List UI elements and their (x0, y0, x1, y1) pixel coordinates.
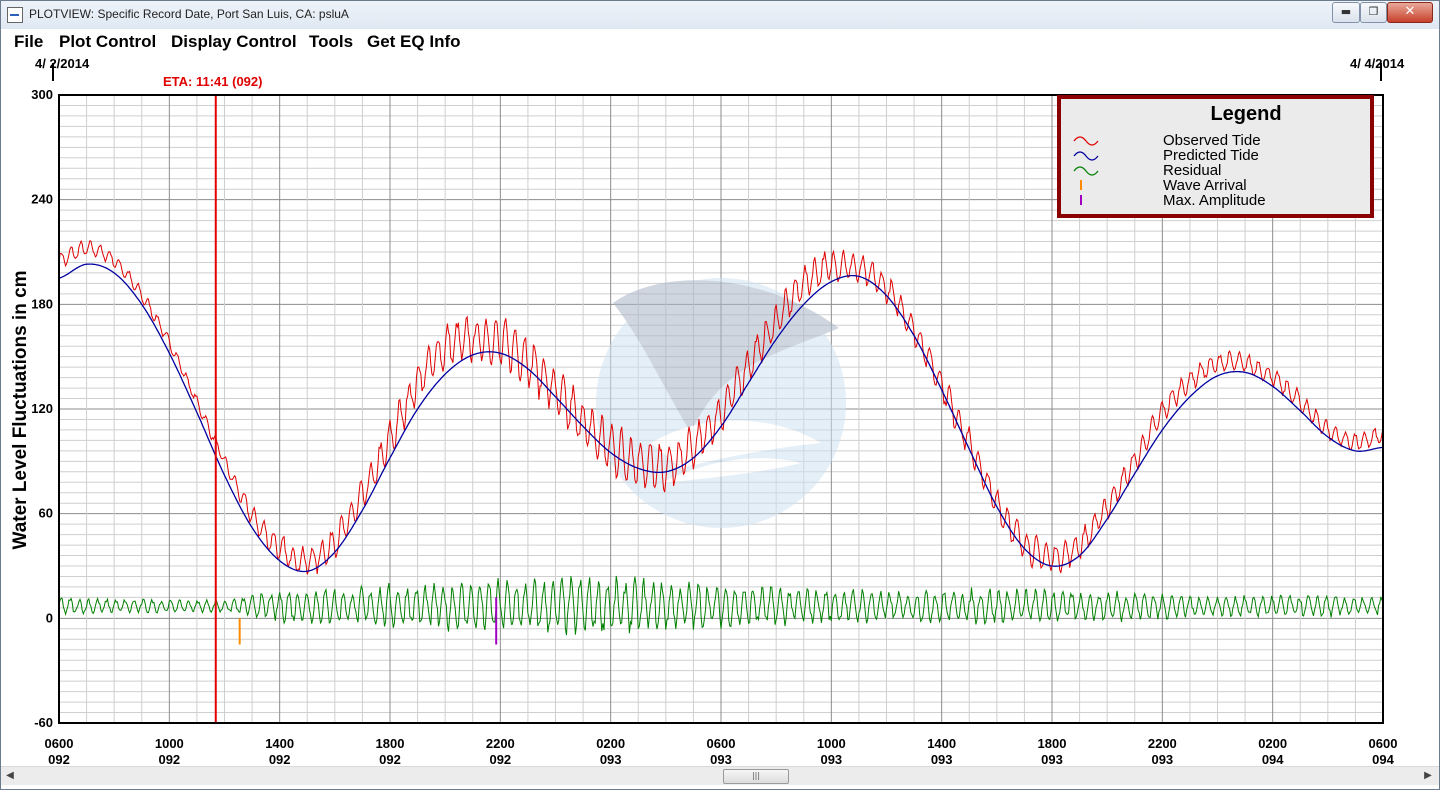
x-tick-label-day: 092 (489, 752, 511, 766)
menu-bar: File Plot Control Display Control Tools … (1, 29, 1439, 53)
x-tick-label-day: 093 (600, 752, 622, 766)
menu-plot-control[interactable]: Plot Control (59, 32, 156, 52)
tide-chart[interactable]: 4/ 2/2014 4/ 4/2014 ETA: 11:41 (092) -60… (1, 53, 1439, 767)
plot-area[interactable]: 4/ 2/2014 4/ 4/2014 ETA: 11:41 (092) -60… (1, 53, 1439, 767)
y-tick-label: 0 (46, 610, 53, 625)
x-tick-label-day: 093 (931, 752, 953, 766)
window-title: PLOTVIEW: Specific Record Date, Port San… (29, 7, 349, 21)
x-tick-label-time: 0600 (707, 736, 736, 751)
x-tick-label-day: 092 (48, 752, 70, 766)
x-tick-label-time: 1800 (376, 736, 405, 751)
minimize-button[interactable]: ▬ (1332, 2, 1360, 23)
y-axis-label: Water Level Fluctuations in cm (10, 270, 31, 549)
scroll-right-arrow-icon[interactable]: ▶ (1421, 769, 1435, 783)
x-tick-label-day: 093 (1151, 752, 1173, 766)
scroll-thumb[interactable]: ||| (723, 769, 789, 784)
noaa-watermark-icon (596, 278, 846, 528)
app-icon[interactable] (7, 7, 23, 23)
menu-display-control[interactable]: Display Control (171, 32, 297, 52)
x-tick-label-time: 0600 (45, 736, 74, 751)
x-tick-label-day: 094 (1262, 752, 1284, 766)
title-bar[interactable]: PLOTVIEW: Specific Record Date, Port San… (1, 1, 1439, 29)
date-end-label: 4/ 4/2014 (1350, 56, 1405, 71)
menu-file[interactable]: File (14, 32, 43, 52)
x-tick-label-time: 1400 (927, 736, 956, 751)
x-tick-label-time: 0200 (1258, 736, 1287, 751)
x-tick-label-day: 092 (379, 752, 401, 766)
legend-max-amplitude-label: Max. Amplitude (1163, 192, 1266, 209)
x-tick-label-day: 093 (1041, 752, 1063, 766)
x-tick-label-day: 093 (710, 752, 732, 766)
scroll-left-arrow-icon[interactable]: ◀ (3, 769, 17, 783)
x-tick-label-time: 2200 (486, 736, 515, 751)
menu-get-eq-info[interactable]: Get EQ Info (367, 32, 461, 52)
y-tick-label: -60 (34, 715, 53, 730)
legend-title: Legend (1210, 103, 1281, 125)
y-tick-label: 240 (31, 192, 53, 207)
x-tick-label-time: 1000 (817, 736, 846, 751)
x-tick-label-time: 0200 (596, 736, 625, 751)
maximize-button[interactable]: ❐ (1360, 2, 1387, 23)
x-axis-ticks: 0600092100009214000921800092220009202000… (45, 736, 1398, 767)
x-tick-label-day: 092 (158, 752, 180, 766)
y-tick-label: 60 (39, 506, 53, 521)
x-tick-label-time: 1000 (155, 736, 184, 751)
plotview-window: PLOTVIEW: Specific Record Date, Port San… (0, 0, 1440, 790)
x-tick-label-time: 0600 (1369, 736, 1398, 751)
horizontal-scrollbar[interactable]: ◀ ||| ▶ (1, 766, 1439, 785)
menu-tools[interactable]: Tools (309, 32, 353, 52)
x-tick-label-time: 1400 (265, 736, 294, 751)
y-axis-ticks: -60 0 60 120 180 240 300 (31, 87, 53, 730)
x-tick-label-time: 2200 (1148, 736, 1177, 751)
x-tick-label-day: 093 (820, 752, 842, 766)
legend-box: Legend Observed Tide Predicted Tide Resi… (1057, 95, 1374, 218)
eta-label: ETA: 11:41 (092) (163, 74, 262, 89)
date-start-label: 4/ 2/2014 (35, 56, 90, 71)
y-tick-label: 300 (31, 87, 53, 102)
x-tick-label-day: 094 (1372, 752, 1394, 766)
close-button[interactable]: ✕ (1387, 2, 1433, 23)
y-tick-label: 120 (31, 401, 53, 416)
x-tick-label-day: 092 (269, 752, 291, 766)
x-tick-label-time: 1800 (1038, 736, 1067, 751)
y-tick-label: 180 (31, 296, 53, 311)
